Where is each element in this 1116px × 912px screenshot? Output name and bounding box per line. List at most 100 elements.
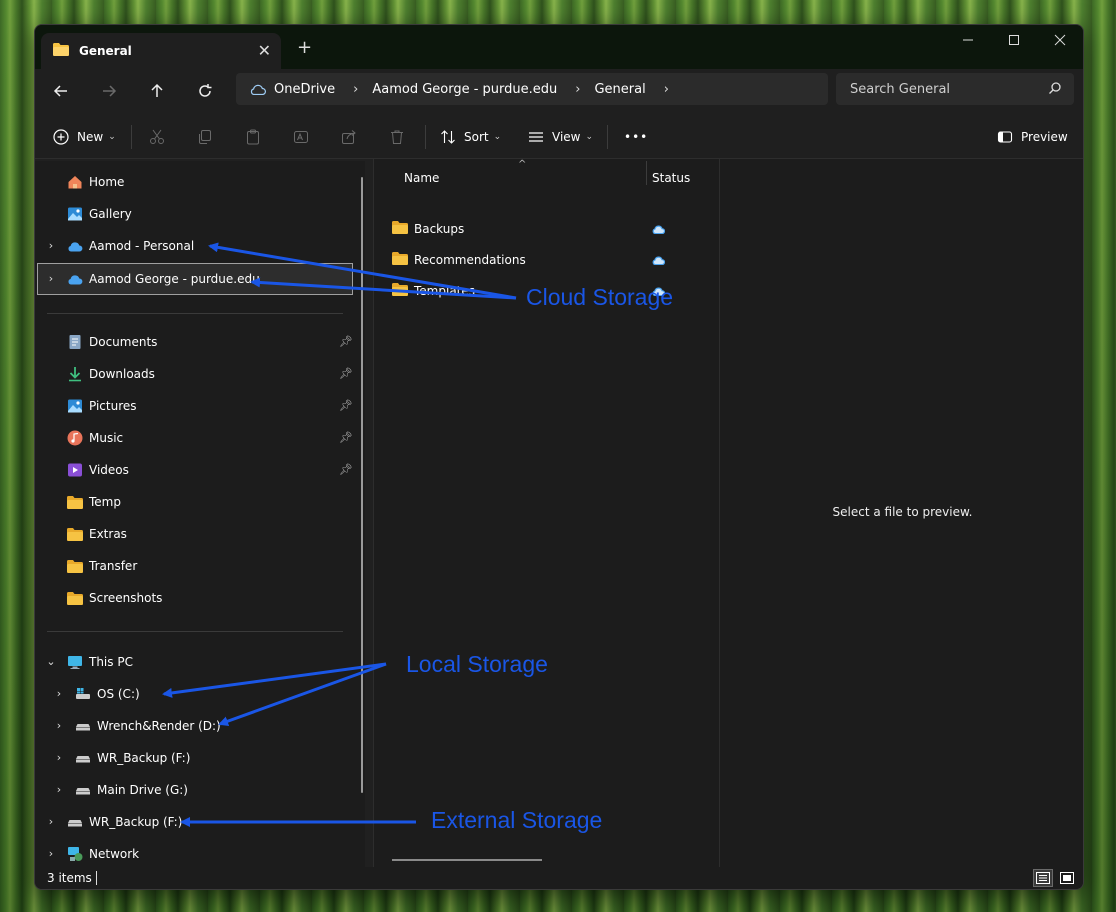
back-button[interactable] [51, 81, 71, 101]
pin-icon[interactable]: 📌︎ [339, 463, 353, 476]
chevron-right-icon[interactable]: › [45, 809, 57, 835]
share-button[interactable] [341, 127, 357, 147]
column-divider[interactable] [646, 161, 647, 185]
file-name: Recommendations [414, 253, 526, 267]
sidebar-item-pictures[interactable]: Pictures [67, 393, 137, 419]
chevron-right-icon[interactable]: › [45, 266, 57, 292]
pin-icon[interactable]: 📌︎ [339, 399, 353, 412]
view-icon [529, 132, 543, 142]
view-button[interactable]: View ⌄ [528, 127, 593, 147]
cloud-status-icon [652, 254, 666, 268]
sidebar-item-label: Transfer [89, 559, 138, 573]
network-icon [67, 846, 83, 862]
chevron-right-icon[interactable]: › [53, 681, 65, 707]
pin-icon[interactable]: 📌︎ [339, 335, 353, 348]
more-label: ••• [624, 130, 649, 144]
delete-button[interactable] [389, 127, 405, 147]
breadcrumb-general[interactable]: General [594, 82, 645, 97]
sidebar-item-label: WR_Backup (F:) [89, 815, 183, 829]
new-button[interactable]: New ⌄ [53, 127, 116, 147]
sidebar-item-gallery[interactable]: Gallery [67, 201, 132, 227]
sidebar-item-music[interactable]: Music [67, 425, 123, 451]
breadcrumb-onedrive[interactable]: OneDrive [274, 82, 335, 97]
sidebar-item-drive-g[interactable]: Main Drive (G:) [75, 777, 188, 803]
close-tab-icon[interactable]: ✕ [258, 41, 271, 60]
sidebar-item-extras[interactable]: Extras [67, 521, 127, 547]
preview-pane-icon [997, 131, 1013, 143]
file-row-backups[interactable]: Backups [392, 218, 464, 240]
sidebar-item-screenshots[interactable]: Screenshots [67, 585, 162, 611]
sort-label: Sort [464, 130, 489, 144]
copy-button[interactable] [197, 127, 213, 147]
rename-button[interactable] [293, 127, 309, 147]
column-header-name[interactable]: Name [404, 171, 439, 185]
file-row-recommendations[interactable]: Recommendations [392, 249, 526, 271]
large-icons-view-button[interactable] [1057, 869, 1077, 887]
chevron-right-icon[interactable]: › [53, 745, 65, 771]
forward-button[interactable] [99, 81, 119, 101]
sort-button[interactable]: Sort ⌄ [440, 127, 501, 147]
scissors-icon [150, 129, 164, 144]
minimize-button[interactable] [945, 25, 991, 55]
onedrive-icon [67, 271, 83, 287]
up-button[interactable] [147, 81, 167, 101]
sidebar-item-temp[interactable]: Temp [67, 489, 121, 515]
sidebar-item-drive-c[interactable]: OS (C:) [75, 681, 140, 707]
maximize-button[interactable] [991, 25, 1037, 55]
close-window-button[interactable] [1037, 25, 1083, 55]
breadcrumb-account[interactable]: Aamod George - purdue.edu [372, 82, 557, 97]
sidebar-item-onedrive-personal[interactable]: Aamod - Personal [67, 233, 194, 259]
sidebar-item-onedrive-purdue[interactable]: Aamod George - purdue.edu [67, 266, 260, 292]
share-icon [342, 130, 356, 144]
sidebar-item-external-drive[interactable]: WR_Backup (F:) [67, 809, 182, 835]
sidebar-item-this-pc[interactable]: This PC [67, 649, 133, 675]
new-tab-button[interactable]: + [297, 37, 312, 58]
pin-icon[interactable]: 📌︎ [339, 367, 353, 380]
trash-icon [391, 130, 403, 144]
cloud-status-icon [652, 223, 666, 237]
chevron-right-icon[interactable]: › [53, 713, 65, 739]
sidebar-item-home[interactable]: Home [67, 169, 124, 195]
sidebar-item-documents[interactable]: Documents [67, 329, 157, 355]
sidebar-item-downloads[interactable]: Downloads [67, 361, 155, 387]
refresh-button[interactable] [195, 81, 215, 101]
pin-icon[interactable]: 📌︎ [339, 431, 353, 444]
chevron-down-icon[interactable]: ⌄ [45, 649, 57, 675]
breadcrumb-chevron-icon[interactable]: › [353, 82, 358, 97]
paste-button[interactable] [245, 127, 261, 147]
cut-button[interactable] [149, 127, 165, 147]
sidebar-item-drive-d[interactable]: Wrench&Render (D:) [75, 713, 221, 739]
back-arrow-icon [53, 85, 67, 97]
sidebar-item-drive-f[interactable]: WR_Backup (F:) [75, 745, 190, 771]
tab-general[interactable]: General ✕ [41, 33, 281, 69]
sidebar-item-network[interactable]: Network [67, 841, 139, 867]
more-options-button[interactable]: ••• [624, 127, 648, 147]
home-icon [67, 174, 83, 190]
file-row-templates[interactable]: Templates [392, 280, 475, 302]
search-input[interactable]: Search General [836, 73, 1074, 105]
details-view-button[interactable] [1033, 869, 1053, 887]
sidebar-item-label: Wrench&Render (D:) [97, 719, 221, 733]
gallery-icon [67, 206, 83, 222]
sort-ascending-icon: ^ [518, 159, 527, 170]
pictures-icon [67, 398, 83, 414]
breadcrumb-chevron-icon[interactable]: › [575, 82, 580, 97]
sidebar-item-label: Home [89, 175, 125, 189]
title-bar: General ✕ + [35, 25, 1083, 69]
computer-icon [67, 654, 83, 670]
search-placeholder: Search General [850, 81, 951, 97]
preview-button[interactable]: Preview [997, 127, 1068, 147]
horizontal-scrollbar[interactable] [392, 859, 542, 861]
sidebar-item-label: Videos [89, 463, 129, 477]
chevron-right-icon[interactable]: › [53, 777, 65, 803]
folder-icon [392, 283, 408, 299]
chevron-right-icon[interactable]: › [45, 841, 57, 867]
sidebar-scrollbar[interactable] [361, 177, 363, 793]
breadcrumb-chevron-icon[interactable]: › [664, 82, 669, 97]
sidebar-item-label: Downloads [89, 367, 155, 381]
column-header-status[interactable]: Status [652, 171, 690, 185]
sidebar-item-transfer[interactable]: Transfer [67, 553, 137, 579]
address-bar[interactable]: OneDrive › Aamod George - purdue.edu › G… [236, 73, 828, 105]
chevron-right-icon[interactable]: › [45, 233, 57, 259]
sidebar-item-videos[interactable]: Videos [67, 457, 129, 483]
